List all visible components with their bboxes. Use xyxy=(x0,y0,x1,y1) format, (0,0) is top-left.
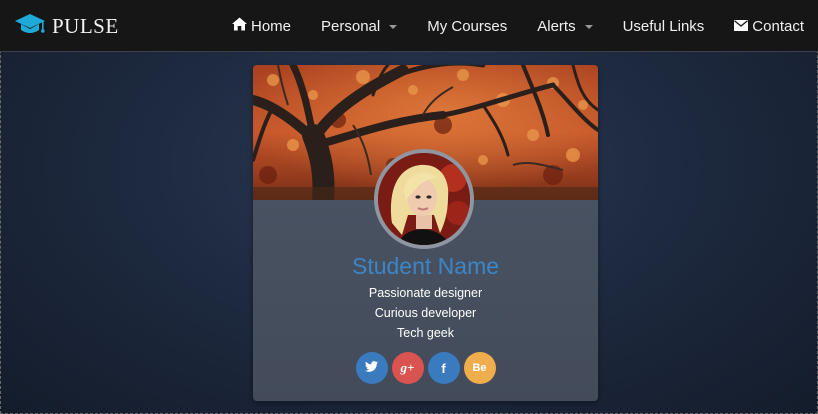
envelope-icon xyxy=(734,18,749,35)
behance-icon: Be xyxy=(472,362,487,374)
caret-down-icon xyxy=(584,25,593,29)
nav-personal[interactable]: Personal xyxy=(306,0,412,52)
profile-avatar[interactable] xyxy=(374,149,474,249)
nav-alerts-label: Alerts xyxy=(537,17,576,35)
brand-logo[interactable]: PULSE xyxy=(14,12,119,40)
nav-useful-links[interactable]: Useful Links xyxy=(608,0,720,52)
graduation-cap-icon xyxy=(14,12,46,41)
main-nav: Home Personal My Courses Alerts Useful L… xyxy=(217,0,804,52)
nav-home[interactable]: Home xyxy=(217,0,306,52)
facebook-button[interactable]: f xyxy=(427,352,460,384)
social-links: g+ f Be xyxy=(253,352,598,384)
nav-alerts[interactable]: Alerts xyxy=(522,0,607,52)
nav-my-courses[interactable]: My Courses xyxy=(412,0,522,52)
bio-line-1: Passionate designer xyxy=(368,286,483,300)
google-plus-button[interactable]: g+ xyxy=(391,352,424,384)
twitter-icon xyxy=(365,361,378,375)
nav-my-courses-label: My Courses xyxy=(427,17,508,35)
profile-bio: Passionate designer Curious developer Te… xyxy=(253,283,598,343)
bio-line-2: Curious developer xyxy=(374,306,477,320)
google-plus-icon: g+ xyxy=(400,360,415,375)
nav-contact-label: Contact xyxy=(752,17,804,35)
brand-name: PULSE xyxy=(52,13,119,38)
nav-home-label: Home xyxy=(251,17,292,35)
behance-button[interactable]: Be xyxy=(463,352,496,384)
nav-personal-label: Personal xyxy=(321,17,381,35)
profile-card: Student Name Passionate designer Curious… xyxy=(253,65,598,401)
nav-contact[interactable]: Contact xyxy=(719,0,804,52)
facebook-icon: f xyxy=(441,360,446,376)
top-navbar: PULSE Home Personal My Courses Alerts Us… xyxy=(0,0,818,52)
caret-down-icon xyxy=(389,25,398,29)
twitter-button[interactable] xyxy=(355,352,388,384)
student-name: Student Name xyxy=(351,253,500,279)
nav-useful-links-label: Useful Links xyxy=(622,17,705,35)
bio-line-3: Tech geek xyxy=(397,326,454,340)
home-icon xyxy=(232,17,247,35)
